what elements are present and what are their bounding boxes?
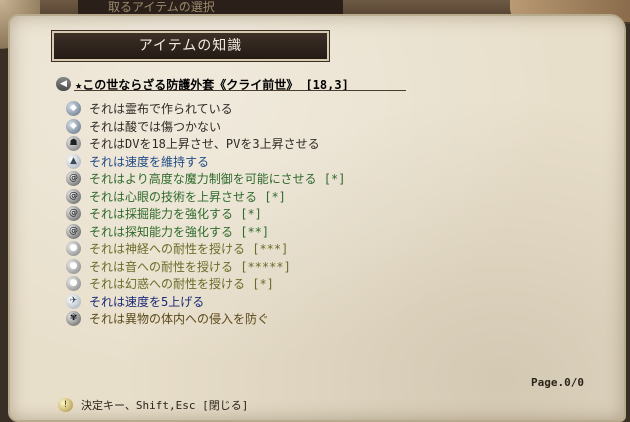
background-window-title: 取るアイテムの選択 xyxy=(78,0,343,14)
swirl-icon: @ xyxy=(66,188,81,204)
property-row: ☗ それはDVを18上昇させ、PVを3上昇させる xyxy=(66,135,586,153)
title-underline xyxy=(74,90,406,91)
blue-diamond-icon: ◆ xyxy=(66,101,81,117)
property-row: ▲ それは速度を維持する xyxy=(66,153,586,171)
creature-icon: ✾ xyxy=(66,311,81,327)
property-row: ● それは神経への耐性を授ける [***] xyxy=(66,240,586,258)
property-row: ✾ それは異物の体内への侵入を防ぐ xyxy=(66,310,586,328)
property-text: それは酸では傷つかない xyxy=(89,119,222,134)
property-text: それは霊布で作られている xyxy=(89,102,233,117)
property-text: それは音への耐性を授ける [*****] xyxy=(89,259,291,274)
property-text: それは速度を維持する xyxy=(89,154,210,169)
property-row: ● それは音への耐性を授ける [*****] xyxy=(66,258,586,276)
property-row: @ それは採掘能力を強化する [*] xyxy=(66,205,586,223)
page-indicator: Page.0/0 xyxy=(531,376,584,389)
item-category-icon: ◀ xyxy=(56,77,71,91)
property-row: @ それは心眼の技術を上昇させる [*] xyxy=(66,188,586,206)
property-text: それはより高度な魔力制御を可能にさせる [*] xyxy=(89,172,346,187)
swirl-icon: @ xyxy=(66,223,81,239)
swirl-icon: @ xyxy=(66,171,81,187)
item-knowledge-window: アイテムの知識 ◀ ★この世ならざる防護外套《クライ前世》 [18,3] ◆ そ… xyxy=(8,14,626,422)
shield-orb-icon: ● xyxy=(66,276,81,292)
property-text: それは神経への耐性を授ける [***] xyxy=(89,242,289,257)
property-row: ✈ それは速度を5上げる xyxy=(66,293,586,311)
property-row: @ それはより高度な魔力制御を可能にさせる [*] xyxy=(66,170,586,188)
property-text: それは採掘能力を強化する [*] xyxy=(89,207,262,222)
property-text: それは幻惑への耐性を授ける [*] xyxy=(89,277,274,292)
property-text: それはDVを18上昇させ、PVを3上昇させる xyxy=(89,137,320,152)
property-text: それは速度を5上げる xyxy=(89,294,205,309)
helmet-icon: ☗ xyxy=(66,136,81,152)
footer-hint: 決定キー、Shift,Esc [閉じる] xyxy=(81,399,249,412)
property-text: それは異物の体内への侵入を防ぐ xyxy=(89,312,270,327)
property-row: @ それは探知能力を強化する [**] xyxy=(66,223,586,241)
property-row: ◆ それは霊布で作られている xyxy=(66,100,586,118)
property-row: ● それは幻惑への耐性を授ける [*] xyxy=(66,275,586,293)
shield-orb-icon: ● xyxy=(66,241,81,257)
boots-icon: ▲ xyxy=(66,153,81,169)
wing-icon: ✈ xyxy=(66,293,81,309)
property-row: ◆ それは酸では傷つかない xyxy=(66,118,586,136)
shield-orb-icon: ● xyxy=(66,258,81,274)
swirl-icon: @ xyxy=(66,206,81,222)
property-list: ◆ それは霊布で作られている ◆ それは酸では傷つかない ☗ それはDVを18上… xyxy=(66,100,586,328)
footer-hint-row: ! 決定キー、Shift,Esc [閉じる] xyxy=(58,397,248,413)
hint-bulb-icon: ! xyxy=(58,398,73,412)
blue-diamond-icon: ◆ xyxy=(66,118,81,134)
property-text: それは心眼の技術を上昇させる [*] xyxy=(89,189,286,204)
window-header: アイテムの知識 xyxy=(51,30,330,62)
property-text: それは探知能力を強化する [**] xyxy=(89,224,270,239)
